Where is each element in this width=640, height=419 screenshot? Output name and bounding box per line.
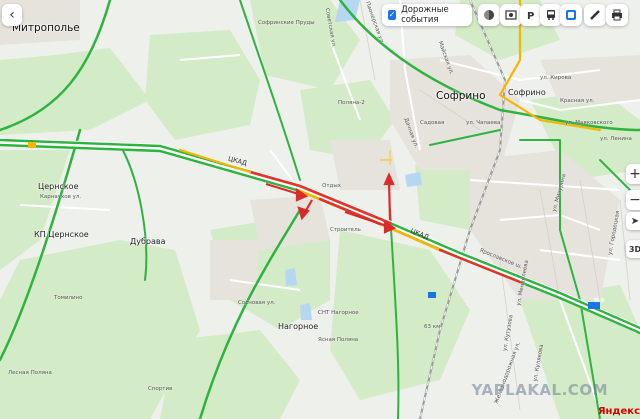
street-sosnovaya: Сосновая ул.: [238, 300, 276, 306]
place-dubrava: Дубрава: [130, 237, 166, 246]
place-otdykh: Отдых: [322, 183, 341, 189]
street-chapaeva: ул. Чапаева: [466, 120, 501, 126]
transport-bus-icon[interactable]: [540, 4, 562, 26]
yandex-logo[interactable]: Яндекс: [598, 406, 640, 417]
svg-text:P: P: [527, 11, 534, 21]
place-polyana2: Поляна-2: [338, 100, 365, 106]
watermark: YAPLAKAL.COM: [471, 381, 608, 399]
place-sofrino-station: Софрино: [508, 88, 546, 97]
place-lesnaya: Лесная Поляна: [8, 370, 52, 376]
zoom-out-button[interactable]: −: [626, 190, 640, 210]
place-nagornoe: Нагорное: [278, 322, 319, 331]
street-krasnaya: Красная ул.: [560, 98, 595, 104]
place-strojtel: Строитель: [330, 227, 361, 233]
ruler-icon[interactable]: [584, 4, 606, 26]
street-sadovaya: Садовая: [420, 120, 445, 126]
street-mayakovskogo: ул. Маяковского: [565, 120, 613, 126]
traffic-events-toggle[interactable]: ✓ Дорожные события: [382, 4, 472, 26]
place-kp-tsernskoe: КП Цернское: [34, 230, 89, 239]
map-layers-icon[interactable]: [560, 4, 582, 26]
place-snt-nagornoe: СНТ Нагорное: [318, 310, 359, 316]
place-sofrino: Софрино: [436, 90, 486, 102]
three-d-button[interactable]: 3D: [626, 240, 640, 258]
map-base-layer: [0, 0, 640, 419]
traffic-events-label: Дорожные события: [401, 5, 449, 25]
zoom-in-button[interactable]: +: [626, 164, 640, 184]
place-mitropolye: Митрополье: [12, 22, 80, 34]
street-kirova: ул. Кирова: [540, 75, 572, 81]
panorama-icon[interactable]: [500, 4, 522, 26]
print-icon[interactable]: [606, 4, 628, 26]
layers-icon[interactable]: [478, 4, 500, 26]
checkbox-icon[interactable]: ✓: [388, 10, 397, 20]
street-lenina: ул. Ленина: [600, 136, 632, 142]
place-sofrinskie-prudy: Софринские Пруды: [258, 20, 315, 26]
road-m8: М-8: [594, 298, 605, 304]
map-canvas[interactable]: Митрополье Софрино Софрино Цернское КП Ц…: [0, 0, 640, 419]
place-yasnaya-polyana: Ясная Поляна: [318, 337, 359, 343]
street-karnaukhov: Карнаухов ул.: [40, 194, 82, 200]
back-button[interactable]: ‹: [2, 4, 22, 26]
place-tomilino: Томилино: [54, 295, 83, 301]
place-tsernskoe: Цернское: [38, 182, 79, 191]
compass-icon[interactable]: ➤: [626, 212, 640, 230]
parking-icon[interactable]: P: [520, 4, 542, 26]
road-63km: 63 км: [424, 324, 441, 330]
place-sportiv: Спортив: [148, 386, 173, 392]
